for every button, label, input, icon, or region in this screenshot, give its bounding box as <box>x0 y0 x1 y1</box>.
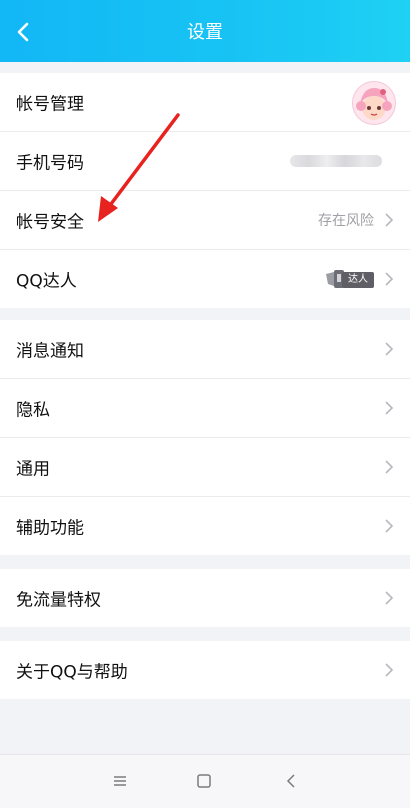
system-nav-bar <box>0 754 410 808</box>
row-phone-number[interactable]: 手机号码 <box>0 132 410 191</box>
row-notifications[interactable]: 消息通知 <box>0 320 410 379</box>
row-label: 辅助功能 <box>16 518 84 539</box>
home-icon[interactable] <box>194 771 214 791</box>
row-label: 隐私 <box>16 400 50 421</box>
chevron-right-icon <box>385 591 394 605</box>
chevron-right-icon <box>385 272 394 286</box>
about-group: 关于QQ与帮助 <box>0 641 410 699</box>
chevron-right-icon <box>385 213 394 227</box>
settings-group: 消息通知 隐私 通用 辅助功能 <box>0 320 410 555</box>
chevron-right-icon <box>385 401 394 415</box>
row-account-management[interactable]: 帐号管理 <box>0 73 410 132</box>
chevron-right-icon <box>385 342 394 356</box>
chevron-right-icon <box>385 519 394 533</box>
security-status: 存在风险 <box>318 213 374 229</box>
row-label: 消息通知 <box>16 341 84 362</box>
row-label: 通用 <box>16 459 50 480</box>
phone-number-blurred <box>290 155 382 167</box>
row-about-help[interactable]: 关于QQ与帮助 <box>0 641 410 699</box>
row-qq-daren[interactable]: QQ达人 达人 <box>0 250 410 308</box>
back-nav-icon[interactable] <box>282 771 302 791</box>
chevron-right-icon <box>385 460 394 474</box>
daren-badge-text: 达人 <box>342 272 374 288</box>
menu-icon[interactable] <box>110 771 130 791</box>
row-label: QQ达人 <box>16 271 77 292</box>
row-accessibility[interactable]: 辅助功能 <box>0 497 410 555</box>
account-group: 帐号管理 手机号码 帐号安全 存在风险 QQ达人 达人 <box>0 73 410 308</box>
row-data-plan[interactable]: 免流量特权 <box>0 569 410 627</box>
avatar[interactable] <box>352 81 396 125</box>
data-plan-group: 免流量特权 <box>0 569 410 627</box>
page-title: 设置 <box>187 22 223 43</box>
row-label: 手机号码 <box>16 153 84 174</box>
row-account-security[interactable]: 帐号安全 存在风险 <box>0 191 410 250</box>
chevron-right-icon <box>385 663 394 677</box>
daren-badge: 达人 <box>324 269 374 289</box>
row-label: 免流量特权 <box>16 590 101 611</box>
row-label: 关于QQ与帮助 <box>16 662 128 683</box>
row-general[interactable]: 通用 <box>0 438 410 497</box>
row-privacy[interactable]: 隐私 <box>0 379 410 438</box>
row-label: 帐号管理 <box>16 94 84 115</box>
row-label: 帐号安全 <box>16 212 84 233</box>
top-bar: 设置 <box>0 0 410 62</box>
avatar-image <box>356 88 392 120</box>
